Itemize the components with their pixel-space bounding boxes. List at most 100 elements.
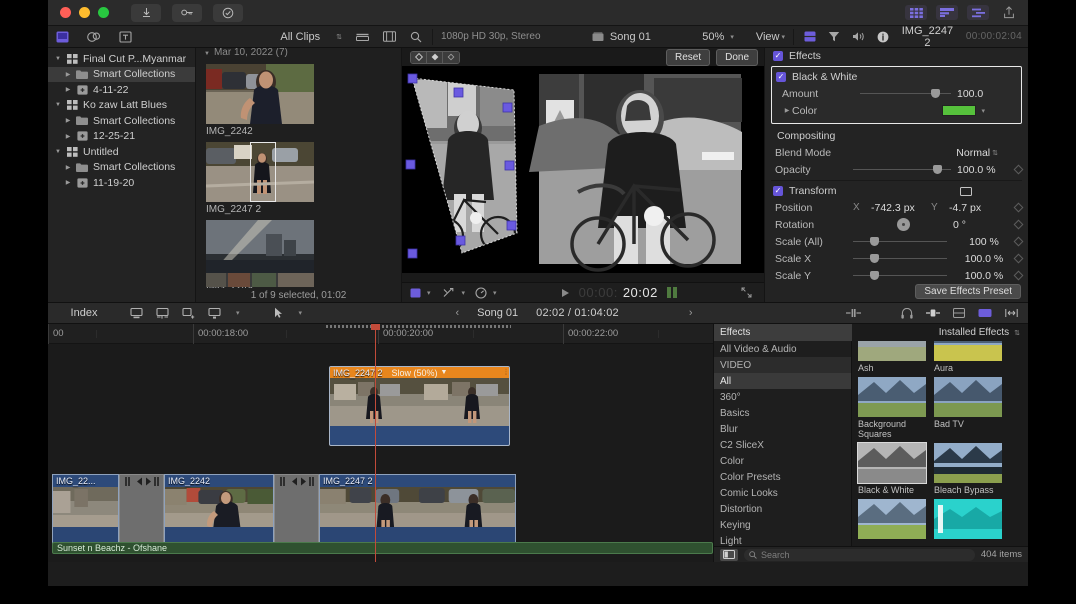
disclosure-triangle-icon[interactable]: ▶ xyxy=(62,179,74,186)
trim-icon[interactable] xyxy=(846,308,861,318)
key-icon[interactable] xyxy=(172,3,202,22)
filmstrip-view-icon[interactable] xyxy=(383,31,396,42)
search-icon[interactable] xyxy=(410,31,422,43)
category-basics[interactable]: Basics xyxy=(714,405,851,421)
select-tool-icon[interactable] xyxy=(274,307,284,319)
effects-section-header[interactable]: ✓ Effects xyxy=(765,48,1028,64)
chevron-down-icon-color[interactable]: ▾ xyxy=(981,107,985,115)
scale-y-value[interactable]: 100.0 % xyxy=(953,270,1015,282)
category-all[interactable]: All xyxy=(714,373,851,389)
opacity-value[interactable]: 100.0 % xyxy=(957,164,1015,176)
done-button[interactable]: Done xyxy=(716,48,758,66)
clip-thumbnail[interactable] xyxy=(206,142,314,202)
share-icon[interactable] xyxy=(998,4,1020,21)
timeline-ruler[interactable]: 00 00:00:18:00 00:00:20:00 00:00:22:00 xyxy=(48,324,713,344)
chevron-down-icon-zoom[interactable]: ▾ xyxy=(730,33,734,41)
effects-search-input[interactable]: Search xyxy=(744,548,975,561)
installed-effects-selector[interactable]: Installed Effects ⇅ xyxy=(852,327,1028,338)
list-view-icon[interactable] xyxy=(356,31,369,42)
rotation-dial[interactable] xyxy=(896,218,910,231)
clip-thumbnail[interactable] xyxy=(206,220,314,280)
sidebar-item-ko-zaw-latt-blues[interactable]: ▼ Ko zaw Latt Blues xyxy=(48,98,195,114)
scale-all-slider[interactable] xyxy=(853,235,947,249)
keyframe-diamond-icon[interactable] xyxy=(1013,253,1024,264)
storyline-clip-img-2247-2[interactable]: IMG_2247 2 xyxy=(319,474,516,546)
transform-scale-y-row[interactable]: Scale Y 100.0 % xyxy=(765,267,1028,284)
opacity-row[interactable]: Opacity 100.0 % xyxy=(765,161,1028,178)
sidebar-item-smart-collections-3[interactable]: ▶ Smart Collections xyxy=(48,160,195,176)
effect-item-background-squares[interactable]: Background Squares xyxy=(858,377,926,439)
effects-icon[interactable] xyxy=(87,31,101,43)
keyframe-diamond-icon[interactable] xyxy=(1013,219,1024,230)
effect-header[interactable]: ✓ Black & White xyxy=(772,69,1021,85)
window-controls[interactable] xyxy=(60,7,109,18)
disclosure-triangle-icon[interactable]: ▶ xyxy=(62,117,74,124)
chevron-left-icon[interactable]: ‹ xyxy=(455,307,459,319)
zoom-fit-icon[interactable] xyxy=(1005,308,1018,318)
chevron-right-icon[interactable]: › xyxy=(689,307,693,319)
browser-clip-img-2247-2[interactable]: IMG_2247 2 xyxy=(196,142,401,215)
effect-thumbnail[interactable] xyxy=(858,341,926,361)
chevron-down-icon-tools[interactable]: ▾ xyxy=(462,289,466,297)
maximize-button[interactable] xyxy=(98,7,109,18)
close-button[interactable] xyxy=(60,7,71,18)
category-distortion[interactable]: Distortion xyxy=(714,501,851,517)
effect-thumbnail[interactable] xyxy=(934,499,1002,539)
position-y-value[interactable]: -4.7 px xyxy=(949,202,1003,214)
disclosure-triangle-icon[interactable]: ▼ xyxy=(52,149,64,155)
music-track-clip[interactable]: Sunset n Beachz - Ofshane xyxy=(52,542,713,554)
category-keying[interactable]: Keying xyxy=(714,517,851,533)
category-light[interactable]: Light xyxy=(714,533,851,547)
check-circle-icon[interactable] xyxy=(213,3,243,22)
position-x-value[interactable]: -742.3 px xyxy=(871,202,931,214)
sidebar-item-12-25-21[interactable]: ▶ 12-25-21 xyxy=(48,129,195,145)
viewer-display-icon[interactable] xyxy=(410,288,421,298)
effects-grid[interactable]: Ash Aura Background Squares Bad TV Black… xyxy=(852,341,1028,546)
save-effects-preset-button[interactable]: Save Effects Preset xyxy=(915,284,1021,299)
disclosure-triangle-icon[interactable]: ▼ xyxy=(52,56,64,62)
timeline-tracks-area[interactable]: 00 00:00:18:00 00:00:20:00 00:00:22:00 S… xyxy=(48,324,713,562)
scale-x-slider[interactable] xyxy=(853,252,947,266)
scale-all-value[interactable]: 100 % xyxy=(953,236,1015,248)
disclosure-triangle-icon[interactable]: ▼ xyxy=(52,102,64,108)
chevron-down-icon-retime[interactable]: ▼ xyxy=(441,369,448,376)
category-comic-looks[interactable]: Comic Looks xyxy=(714,485,851,501)
transform-section-header[interactable]: ✓ Transform xyxy=(765,183,1028,199)
effect-param-color[interactable]: ▶ Color ▾ xyxy=(772,102,1021,119)
category-c2-slicex[interactable]: C2 SliceX xyxy=(714,437,851,453)
storyline-clip-img-2242[interactable]: IMG_2242 xyxy=(164,474,274,546)
disclosure-triangle-icon[interactable]: ▶ xyxy=(62,133,74,140)
disclosure-triangle-icon[interactable]: ▶ xyxy=(62,164,74,171)
retime-handle[interactable]: ⦙ xyxy=(505,367,507,378)
chevron-down-icon-edit[interactable]: ▾ xyxy=(236,309,240,317)
audio-tab-icon[interactable] xyxy=(852,31,865,42)
effect-thumbnail[interactable] xyxy=(934,443,1002,483)
category-blur[interactable]: Blur xyxy=(714,421,851,437)
transform-tools-icon[interactable] xyxy=(443,287,456,298)
blend-mode-row[interactable]: Blend Mode Normal ⇅ xyxy=(765,144,1028,161)
effect-item-black-and-white[interactable]: Black & White xyxy=(857,442,927,495)
storyline-transition-2[interactable] xyxy=(274,474,319,546)
effect-item-aura[interactable]: Aura xyxy=(934,341,1002,373)
opacity-slider[interactable] xyxy=(853,163,951,177)
sidebar-item-final-cut-p-myanmar[interactable]: ▼ Final Cut P...Myanmar xyxy=(48,51,195,67)
sidebar-item-smart-collections-2[interactable]: ▶ Smart Collections xyxy=(48,113,195,129)
browser-toggle-icon[interactable] xyxy=(905,5,927,20)
effect-item-bad-tv[interactable]: Bad TV xyxy=(934,377,1002,439)
info-tab-icon[interactable] xyxy=(877,31,889,43)
download-icon[interactable] xyxy=(131,3,161,22)
rotation-value[interactable]: 0 ° xyxy=(953,219,1015,231)
timeline-toggle-icon[interactable] xyxy=(936,5,958,20)
transform-rotation-row[interactable]: Rotation 0 ° xyxy=(765,216,1028,233)
chevron-updown-icon-blend[interactable]: ⇅ xyxy=(992,149,998,157)
sidebar-item-4-11-22[interactable]: ▶ 4-11-22 xyxy=(48,82,195,98)
crop-icon[interactable] xyxy=(427,51,443,63)
sidebar-toggle-icon[interactable] xyxy=(720,548,738,561)
disclosure-triangle-icon[interactable]: ▼ xyxy=(204,51,210,57)
transform-scale-all-row[interactable]: Scale (All) 100 % xyxy=(765,233,1028,250)
transform-icon[interactable] xyxy=(411,51,427,63)
append-icon[interactable] xyxy=(130,307,143,319)
media-icon[interactable] xyxy=(56,31,69,43)
clip-appearance-icon[interactable] xyxy=(978,308,992,318)
category-360[interactable]: 360° xyxy=(714,389,851,405)
